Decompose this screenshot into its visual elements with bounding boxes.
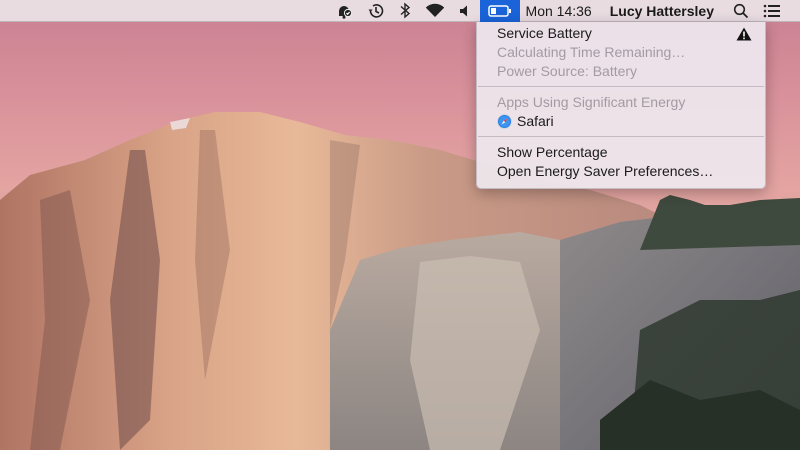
app-item-label: Safari	[517, 113, 554, 129]
menu-bar: Mon 14:36 Lucy Hattersley	[0, 0, 800, 22]
battery-status-item: Service Battery	[477, 24, 765, 43]
fast-user-switch[interactable]: Lucy Hattersley	[601, 0, 726, 22]
safari-icon	[497, 114, 512, 129]
volume-icon[interactable]	[452, 0, 480, 22]
menu-separator	[478, 86, 764, 87]
open-energy-saver-item[interactable]: Open Energy Saver Preferences…	[477, 162, 765, 181]
bluetooth-icon[interactable]	[392, 0, 418, 22]
battery-icon[interactable]	[479, 0, 520, 22]
time-machine-icon[interactable]	[360, 0, 392, 22]
menu-separator	[478, 136, 764, 137]
app-item-safari[interactable]: Safari	[477, 112, 765, 131]
battery-menu: Service Battery Calculating Time Remaini…	[476, 22, 766, 189]
wifi-icon[interactable]	[418, 0, 452, 22]
menubar-clock[interactable]: Mon 14:36	[520, 0, 601, 22]
list-icon[interactable]	[756, 0, 788, 22]
search-icon[interactable]	[726, 0, 756, 22]
apps-energy-header: Apps Using Significant Energy	[497, 94, 686, 110]
show-percentage-item[interactable]: Show Percentage	[477, 143, 765, 162]
notifications-icon[interactable]	[328, 0, 360, 22]
time-remaining-item: Calculating Time Remaining…	[497, 44, 686, 60]
battery-status-label: Service Battery	[497, 25, 592, 41]
power-source-item: Power Source: Battery	[497, 63, 638, 79]
